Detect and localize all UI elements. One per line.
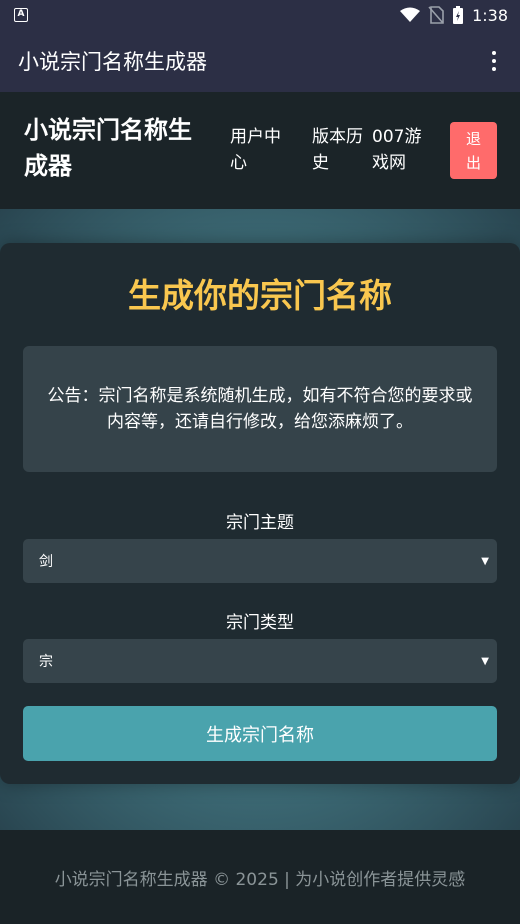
dropdown-caret-icon: ▼: [481, 555, 489, 567]
nav-version-history[interactable]: 版本历 史: [312, 124, 374, 176]
dropdown-caret-icon: ▼: [481, 655, 489, 667]
no-sim-icon: [428, 6, 444, 24]
theme-select[interactable]: 剑 ▼: [23, 539, 497, 583]
logout-button[interactable]: 退 出: [450, 122, 497, 179]
theme-select-value: 剑: [39, 554, 53, 570]
status-bar: A 1:38: [0, 0, 520, 30]
app-bar-title: 小说宗门名称生成器: [18, 50, 207, 74]
footer: 小说宗门名称生成器 © 2025 | 为小说创作者提供灵感: [0, 830, 520, 924]
status-right: 1:38: [400, 5, 508, 25]
type-label: 宗门类型: [226, 613, 294, 633]
footer-text: 小说宗门名称生成器 © 2025 | 为小说创作者提供灵感: [54, 869, 466, 890]
generate-button[interactable]: 生成宗门名称: [23, 706, 497, 761]
more-vert-icon[interactable]: [482, 49, 506, 73]
type-select[interactable]: 宗 ▼: [23, 639, 497, 683]
status-left: A: [14, 8, 28, 22]
notice-box: 公告：宗门名称是系统随机生成，如有不符合您的要求或内容等，还请自行修改，给您添麻…: [23, 346, 497, 472]
theme-label: 宗门主题: [226, 513, 294, 533]
wifi-icon: [400, 7, 421, 23]
battery-charging-icon: [452, 5, 464, 25]
nav-007-games[interactable]: 007游 戏网: [372, 124, 434, 176]
card-title: 生成你的宗门名称: [128, 276, 392, 315]
type-select-value: 宗: [39, 654, 53, 670]
app-bar: 小说宗门名称生成器: [0, 30, 520, 92]
clock-time: 1:38: [472, 5, 508, 25]
notice-text: 公告：宗门名称是系统随机生成，如有不符合您的要求或内容等，还请自行修改，给您添麻…: [47, 386, 473, 432]
notification-icon: A: [14, 8, 28, 22]
site-title[interactable]: 小说宗门名称生 成器: [24, 112, 224, 184]
nav-user-center[interactable]: 用户中 心: [230, 124, 294, 176]
